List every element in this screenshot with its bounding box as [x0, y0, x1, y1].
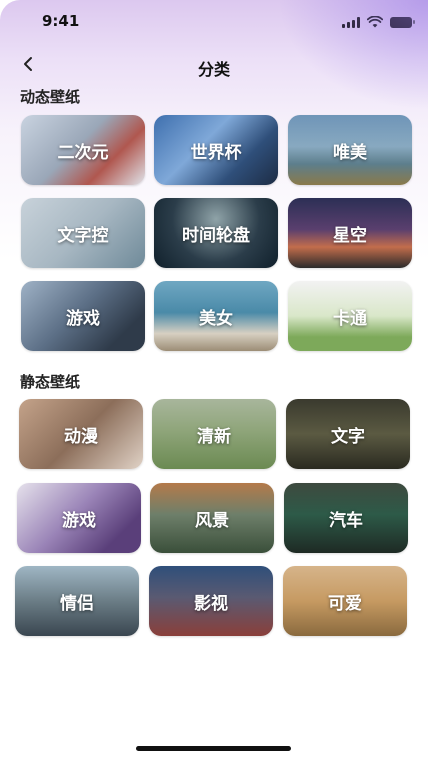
category-card[interactable]: 卡通: [288, 281, 412, 351]
category-card[interactable]: 汽车: [284, 483, 408, 553]
category-card[interactable]: 文字: [286, 399, 410, 469]
category-label: 星空: [333, 225, 367, 246]
category-label: 动漫: [64, 426, 98, 447]
app-screen: 9:41 分类 动态壁纸 二次元 世界杯 唯美 文字控 时间轮盘 星空 游戏 美…: [0, 0, 428, 761]
category-label: 影视: [194, 593, 228, 614]
section-title-static: 静态壁纸: [20, 373, 81, 391]
status-time: 9:41: [42, 12, 80, 30]
category-label: 可爱: [328, 593, 362, 614]
nav-bar: 分类: [0, 48, 428, 84]
category-card[interactable]: 情侣: [15, 566, 139, 636]
category-card[interactable]: 风景: [150, 483, 274, 553]
home-indicator: [136, 746, 291, 751]
category-card[interactable]: 时间轮盘: [154, 198, 278, 268]
category-label: 风景: [195, 510, 229, 531]
signal-icon: [342, 16, 360, 28]
category-label: 二次元: [57, 142, 109, 163]
category-card[interactable]: 游戏: [17, 483, 141, 553]
category-label: 情侣: [60, 593, 94, 614]
category-label: 清新: [197, 426, 231, 447]
page-title: 分类: [197, 60, 230, 79]
category-card[interactable]: 游戏: [21, 281, 145, 351]
category-card[interactable]: 清新: [152, 399, 276, 469]
category-label: 文字控: [57, 225, 109, 246]
category-card[interactable]: 星空: [288, 198, 412, 268]
status-icons: [342, 16, 415, 28]
category-label: 游戏: [62, 510, 96, 531]
category-label: 卡通: [333, 308, 367, 329]
category-card[interactable]: 美女: [154, 281, 278, 351]
wifi-icon: [367, 16, 383, 28]
category-label: 世界杯: [190, 142, 242, 163]
status-bar: 9:41: [0, 0, 428, 44]
category-card[interactable]: 可爱: [283, 566, 407, 636]
category-card[interactable]: 动漫: [19, 399, 143, 469]
category-card[interactable]: 世界杯: [154, 115, 278, 185]
category-label: 时间轮盘: [182, 225, 250, 246]
category-label: 汽车: [329, 510, 363, 531]
category-card[interactable]: 影视: [149, 566, 273, 636]
category-label: 文字: [331, 426, 365, 447]
category-label: 美女: [199, 308, 233, 329]
category-card[interactable]: 唯美: [288, 115, 412, 185]
category-card[interactable]: 文字控: [21, 198, 145, 268]
category-card[interactable]: 二次元: [21, 115, 145, 185]
battery-icon: [390, 16, 415, 28]
category-label: 游戏: [66, 308, 100, 329]
category-label: 唯美: [333, 142, 367, 163]
section-title-dynamic: 动态壁纸: [20, 88, 81, 106]
